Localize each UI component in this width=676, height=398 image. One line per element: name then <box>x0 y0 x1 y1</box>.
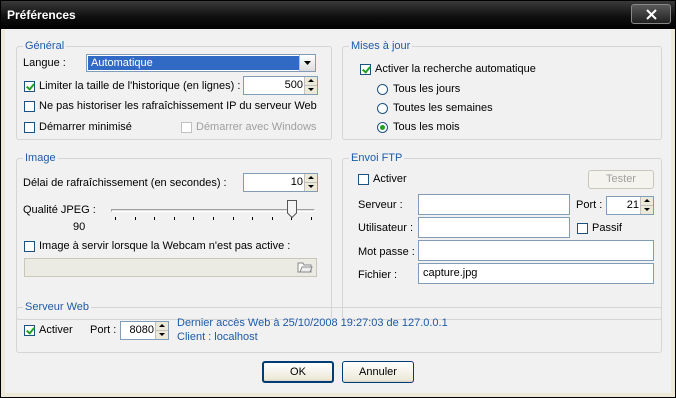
jpeg-quality-tick <box>213 217 214 220</box>
general-group-title: Général <box>23 40 67 52</box>
ftp-port-arrows[interactable] <box>640 197 653 214</box>
ftp-passive-label: Passif <box>592 222 622 234</box>
inactive-image-checkbox[interactable] <box>24 241 35 252</box>
web-server-port-stepper[interactable]: 8080 <box>120 321 169 340</box>
jpeg-quality-tick <box>134 217 136 220</box>
web-last-access: Dernier accès Web à 25/10/2008 19:27:03 … <box>177 317 448 329</box>
ftp-file-label: Fichier : <box>358 269 398 281</box>
start-with-windows-checkbox[interactable] <box>181 122 192 133</box>
ftp-test-button[interactable]: Tester <box>588 170 654 189</box>
update-weekly-label: Toutes les semaines <box>393 102 493 114</box>
start-minimized-label: Démarrer minimisé <box>39 121 132 133</box>
ftp-enable-label: Activer <box>373 173 407 185</box>
no-ip-history-checkbox[interactable] <box>24 101 35 112</box>
language-select[interactable]: Automatique <box>86 54 316 72</box>
ftp-group: Envoi FTP Activer Tester Serveur : Port … <box>342 152 662 320</box>
preferences-window: Préférences Général Langue : Automatique… <box>0 0 676 398</box>
refresh-delay-value: 10 <box>290 176 303 188</box>
ftp-group-title: Envoi FTP <box>349 152 405 164</box>
ftp-port-stepper[interactable]: 21 <box>606 196 654 215</box>
history-lines-down[interactable] <box>305 86 317 95</box>
update-monthly-label: Tous les mois <box>393 121 460 133</box>
close-icon <box>646 9 657 20</box>
web-server-group: Serveur Web Activer Port : 8080 Dernier … <box>16 301 662 353</box>
cancel-button[interactable]: Annuler <box>342 361 414 383</box>
slider-thumb-icon <box>286 200 297 219</box>
update-daily-radio[interactable] <box>377 84 388 95</box>
web-server-enable-checkbox[interactable] <box>24 325 35 336</box>
ftp-server-input[interactable] <box>418 194 570 215</box>
refresh-delay-down[interactable] <box>305 183 317 192</box>
ftp-password-input[interactable] <box>418 240 654 261</box>
web-server-port-value: 8080 <box>129 324 154 336</box>
jpeg-quality-slider[interactable] <box>111 209 315 212</box>
language-dropdown-button[interactable] <box>299 55 315 71</box>
auto-update-label: Activer la recherche automatique <box>375 63 536 75</box>
jpeg-quality-label: Qualité JPEG : <box>23 204 96 216</box>
history-lines-value: 500 <box>284 79 303 91</box>
refresh-delay-arrows[interactable] <box>304 174 317 191</box>
refresh-delay-stepper[interactable]: 10 <box>243 173 318 192</box>
language-value: Automatique <box>91 57 153 69</box>
ftp-file-input[interactable]: capture.jpg <box>418 263 654 284</box>
inactive-image-label: Image à servir lorsque la Webcam n'est p… <box>39 240 291 252</box>
jpeg-quality-tick <box>193 217 195 220</box>
web-server-enable-label: Activer <box>39 324 73 336</box>
history-lines-up[interactable] <box>305 77 317 86</box>
jpeg-quality-tick <box>271 217 273 220</box>
general-group: Général Langue : Automatique Limiter la … <box>16 40 332 140</box>
window-title: Préférences <box>7 8 76 22</box>
ftp-port-up[interactable] <box>641 197 653 206</box>
folder-open-icon[interactable] <box>297 260 313 274</box>
ok-button[interactable]: OK <box>262 361 334 383</box>
ftp-user-label: Utilisateur : <box>358 222 414 234</box>
ftp-port-value: 21 <box>626 199 639 211</box>
limit-history-label: Limiter la taille de l'historique (en li… <box>39 80 241 92</box>
refresh-delay-up[interactable] <box>305 174 317 183</box>
jpeg-quality-tick <box>252 217 254 220</box>
web-server-group-title: Serveur Web <box>23 301 91 313</box>
history-lines-stepper[interactable]: 500 <box>243 76 318 95</box>
image-group-title: Image <box>23 152 58 164</box>
jpeg-quality-value: 90 <box>73 221 86 233</box>
limit-history-checkbox[interactable] <box>24 81 35 92</box>
language-label: Langue : <box>23 57 66 69</box>
updates-group-title: Mises à jour <box>349 40 413 52</box>
jpeg-quality-tick <box>311 217 312 220</box>
inactive-image-path-input[interactable] <box>24 258 317 277</box>
close-button[interactable] <box>631 4 671 24</box>
updates-group: Mises à jour Activer la recherche automa… <box>342 40 662 140</box>
ftp-password-label: Mot passe : <box>358 246 415 258</box>
jpeg-quality-tick <box>115 217 116 220</box>
jpeg-quality-tick <box>232 217 234 220</box>
refresh-delay-label: Délai de rafraîchissement (en secondes) … <box>23 177 227 189</box>
start-minimized-checkbox[interactable] <box>24 122 35 133</box>
ftp-server-label: Serveur : <box>358 199 403 211</box>
ftp-port-label: Port : <box>576 199 603 211</box>
image-group: Image Délai de rafraîchissement (en seco… <box>16 152 332 320</box>
web-server-port-up[interactable] <box>156 322 168 331</box>
web-server-port-down[interactable] <box>156 331 168 340</box>
auto-update-checkbox[interactable] <box>360 64 371 75</box>
web-server-port-label: Port : <box>90 324 117 336</box>
jpeg-quality-slider-thumb[interactable] <box>286 200 297 219</box>
chevron-down-icon <box>304 61 311 65</box>
jpeg-quality-tick <box>154 217 156 220</box>
web-server-port-arrows[interactable] <box>155 322 168 339</box>
update-weekly-radio[interactable] <box>377 103 388 114</box>
no-ip-history-label: Ne pas historiser les rafraîchissement I… <box>39 100 317 112</box>
ftp-port-down[interactable] <box>641 206 653 215</box>
jpeg-quality-tick <box>173 217 175 220</box>
web-client: Client : localhost <box>177 331 258 343</box>
ftp-user-input[interactable] <box>418 217 570 238</box>
history-lines-arrows[interactable] <box>304 77 317 94</box>
dialog-content: Général Langue : Automatique Limiter la … <box>5 29 671 393</box>
update-daily-label: Tous les jours <box>393 83 461 95</box>
update-monthly-radio[interactable] <box>377 122 388 133</box>
title-bar[interactable]: Préférences <box>1 1 675 29</box>
ftp-passive-checkbox[interactable] <box>577 223 588 234</box>
start-with-windows-label: Démarrer avec Windows <box>196 121 317 133</box>
ftp-enable-checkbox[interactable] <box>358 174 369 185</box>
